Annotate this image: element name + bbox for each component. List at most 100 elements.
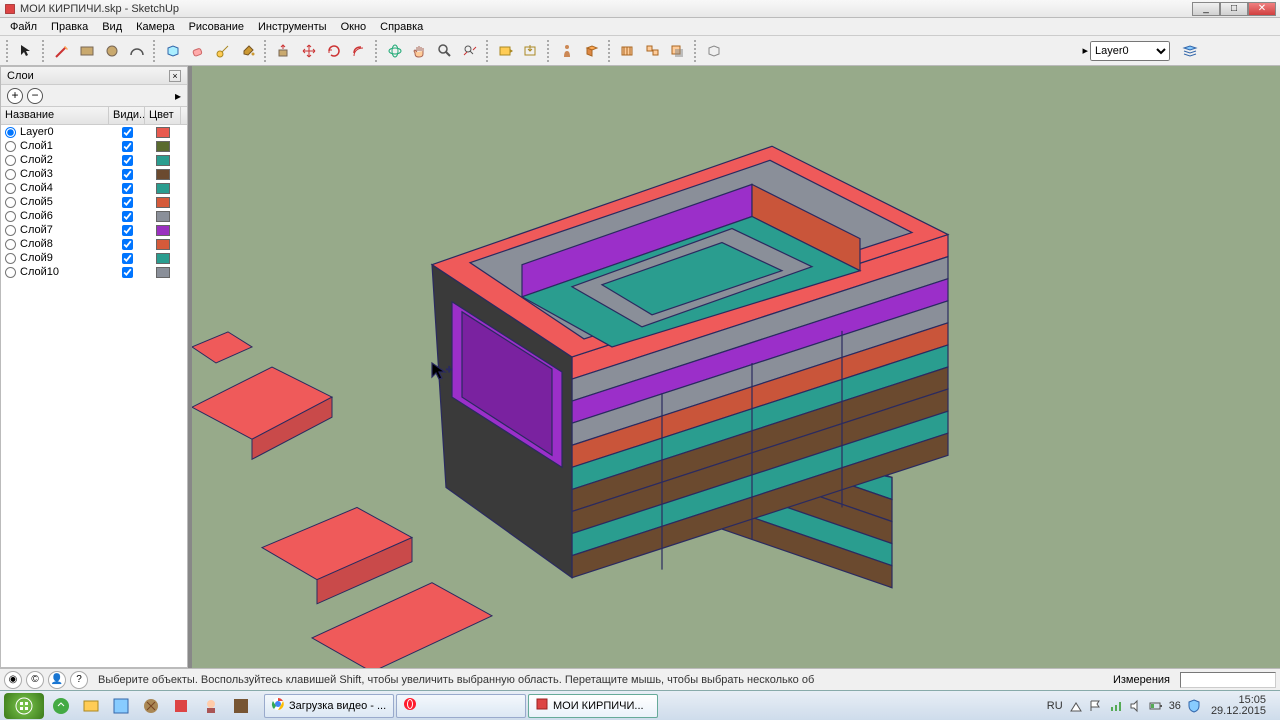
layer-row[interactable]: Слой9 <box>1 251 187 265</box>
volume-icon[interactable] <box>1129 699 1143 713</box>
layer-row[interactable]: Слой5 <box>1 195 187 209</box>
quicklaunch-icon[interactable] <box>168 693 194 719</box>
zoom-extents-tool[interactable] <box>459 40 481 62</box>
toolbar-grip[interactable] <box>6 40 10 62</box>
layer-visible-checkbox[interactable] <box>122 127 133 138</box>
close-button[interactable]: ✕ <box>1248 2 1276 16</box>
layer-row[interactable]: Слой10 <box>1 265 187 279</box>
layer-row[interactable]: Слой8 <box>1 237 187 251</box>
layer-color-swatch[interactable] <box>156 197 170 208</box>
paint-bucket-tool[interactable] <box>237 40 259 62</box>
arc-tool[interactable] <box>126 40 148 62</box>
layer-visible-checkbox[interactable] <box>122 253 133 264</box>
share-model-tool[interactable] <box>520 40 542 62</box>
line-tool[interactable] <box>51 40 73 62</box>
layer-row[interactable]: Слой4 <box>1 181 187 195</box>
menu-рисование[interactable]: Рисование <box>183 20 250 34</box>
quicklaunch-icon[interactable] <box>138 693 164 719</box>
layer-select[interactable]: Layer0 <box>1090 41 1170 61</box>
layer-color-swatch[interactable] <box>156 155 170 166</box>
viewport-3d[interactable]: + <box>188 66 1280 668</box>
layer-color-swatch[interactable] <box>156 169 170 180</box>
layer-color-swatch[interactable] <box>156 127 170 138</box>
network-icon[interactable] <box>1109 699 1123 713</box>
layer-manager-button[interactable] <box>1178 40 1202 62</box>
menu-инструменты[interactable]: Инструменты <box>252 20 333 34</box>
taskbar-task[interactable]: МОИ КИРПИЧИ... <box>528 694 658 718</box>
layer-visible-checkbox[interactable] <box>122 155 133 166</box>
layer-color-swatch[interactable] <box>156 211 170 222</box>
menu-вид[interactable]: Вид <box>96 20 128 34</box>
layer-visible-checkbox[interactable] <box>122 267 133 278</box>
get-models-tool[interactable] <box>495 40 517 62</box>
flag-icon[interactable] <box>1089 699 1103 713</box>
layer-color-swatch[interactable] <box>156 239 170 250</box>
col-name[interactable]: Название <box>1 107 109 124</box>
toolbar-grip[interactable] <box>42 40 46 62</box>
layer-color-swatch[interactable] <box>156 253 170 264</box>
menu-окно[interactable]: Окно <box>335 20 373 34</box>
col-color[interactable]: Цвет <box>145 107 181 124</box>
layer-dropdown[interactable]: ▸ Layer0 <box>1082 41 1170 61</box>
layer-visible-checkbox[interactable] <box>122 197 133 208</box>
layer-row[interactable]: Layer0 <box>1 125 187 139</box>
status-geolocate[interactable]: ◉ <box>4 671 22 689</box>
layer-active-radio[interactable] <box>5 141 16 152</box>
layer-active-radio[interactable] <box>5 239 16 250</box>
push-pull-tool[interactable] <box>273 40 295 62</box>
measurements-input[interactable] <box>1180 672 1276 688</box>
quicklaunch-icon[interactable] <box>108 693 134 719</box>
styles-tool[interactable] <box>703 40 725 62</box>
rectangle-tool[interactable] <box>76 40 98 62</box>
layers-panel-close[interactable]: × <box>169 70 181 82</box>
layer-active-radio[interactable] <box>5 197 16 208</box>
toolbar-grip[interactable] <box>375 40 379 62</box>
layer-active-radio[interactable] <box>5 155 16 166</box>
orbit-tool[interactable] <box>384 40 406 62</box>
clock[interactable]: 15:05 29.12.2015 <box>1207 695 1270 717</box>
battery-icon[interactable] <box>1149 699 1163 713</box>
eraser-tool[interactable] <box>187 40 209 62</box>
toolbar-grip[interactable] <box>264 40 268 62</box>
rotate-tool[interactable] <box>323 40 345 62</box>
tray-icon[interactable] <box>1069 699 1083 713</box>
layer-active-radio[interactable] <box>5 169 16 180</box>
offset-tool[interactable] <box>348 40 370 62</box>
quicklaunch-icon[interactable] <box>78 693 104 719</box>
toolbar-grip[interactable] <box>153 40 157 62</box>
status-credits[interactable]: © <box>26 671 44 689</box>
col-visible[interactable]: Види... <box>109 107 145 124</box>
layer-visible-checkbox[interactable] <box>122 183 133 194</box>
move-tool[interactable] <box>298 40 320 62</box>
layer-active-radio[interactable] <box>5 225 16 236</box>
layer-visible-checkbox[interactable] <box>122 211 133 222</box>
toolbar-grip[interactable] <box>608 40 612 62</box>
layer-active-radio[interactable] <box>5 183 16 194</box>
display-fills-tool[interactable] <box>642 40 664 62</box>
layer-color-swatch[interactable] <box>156 267 170 278</box>
layer-active-radio[interactable] <box>5 127 16 138</box>
maximize-button[interactable]: □ <box>1220 2 1248 16</box>
taskbar-task[interactable]: Загрузка видео - ... <box>264 694 394 718</box>
minimize-button[interactable]: _ <box>1192 2 1220 16</box>
taskbar-task[interactable] <box>396 694 526 718</box>
display-shadows-tool[interactable] <box>667 40 689 62</box>
circle-tool[interactable] <box>101 40 123 62</box>
layer-active-radio[interactable] <box>5 211 16 222</box>
layer-visible-checkbox[interactable] <box>122 141 133 152</box>
layer-visible-checkbox[interactable] <box>122 169 133 180</box>
quicklaunch-icon[interactable] <box>48 693 74 719</box>
display-sections-tool[interactable] <box>617 40 639 62</box>
layer-active-radio[interactable] <box>5 267 16 278</box>
person-tool[interactable] <box>556 40 578 62</box>
select-tool[interactable] <box>15 40 37 62</box>
tray-lang[interactable]: RU <box>1047 700 1063 712</box>
layer-row[interactable]: Слой1 <box>1 139 187 153</box>
section-plane-tool[interactable] <box>581 40 603 62</box>
remove-layer-button[interactable]: − <box>27 88 43 104</box>
quicklaunch-icon[interactable] <box>228 693 254 719</box>
layer-color-swatch[interactable] <box>156 183 170 194</box>
layers-panel-titlebar[interactable]: Слои × <box>1 67 187 85</box>
menu-справка[interactable]: Справка <box>374 20 429 34</box>
toolbar-grip[interactable] <box>486 40 490 62</box>
